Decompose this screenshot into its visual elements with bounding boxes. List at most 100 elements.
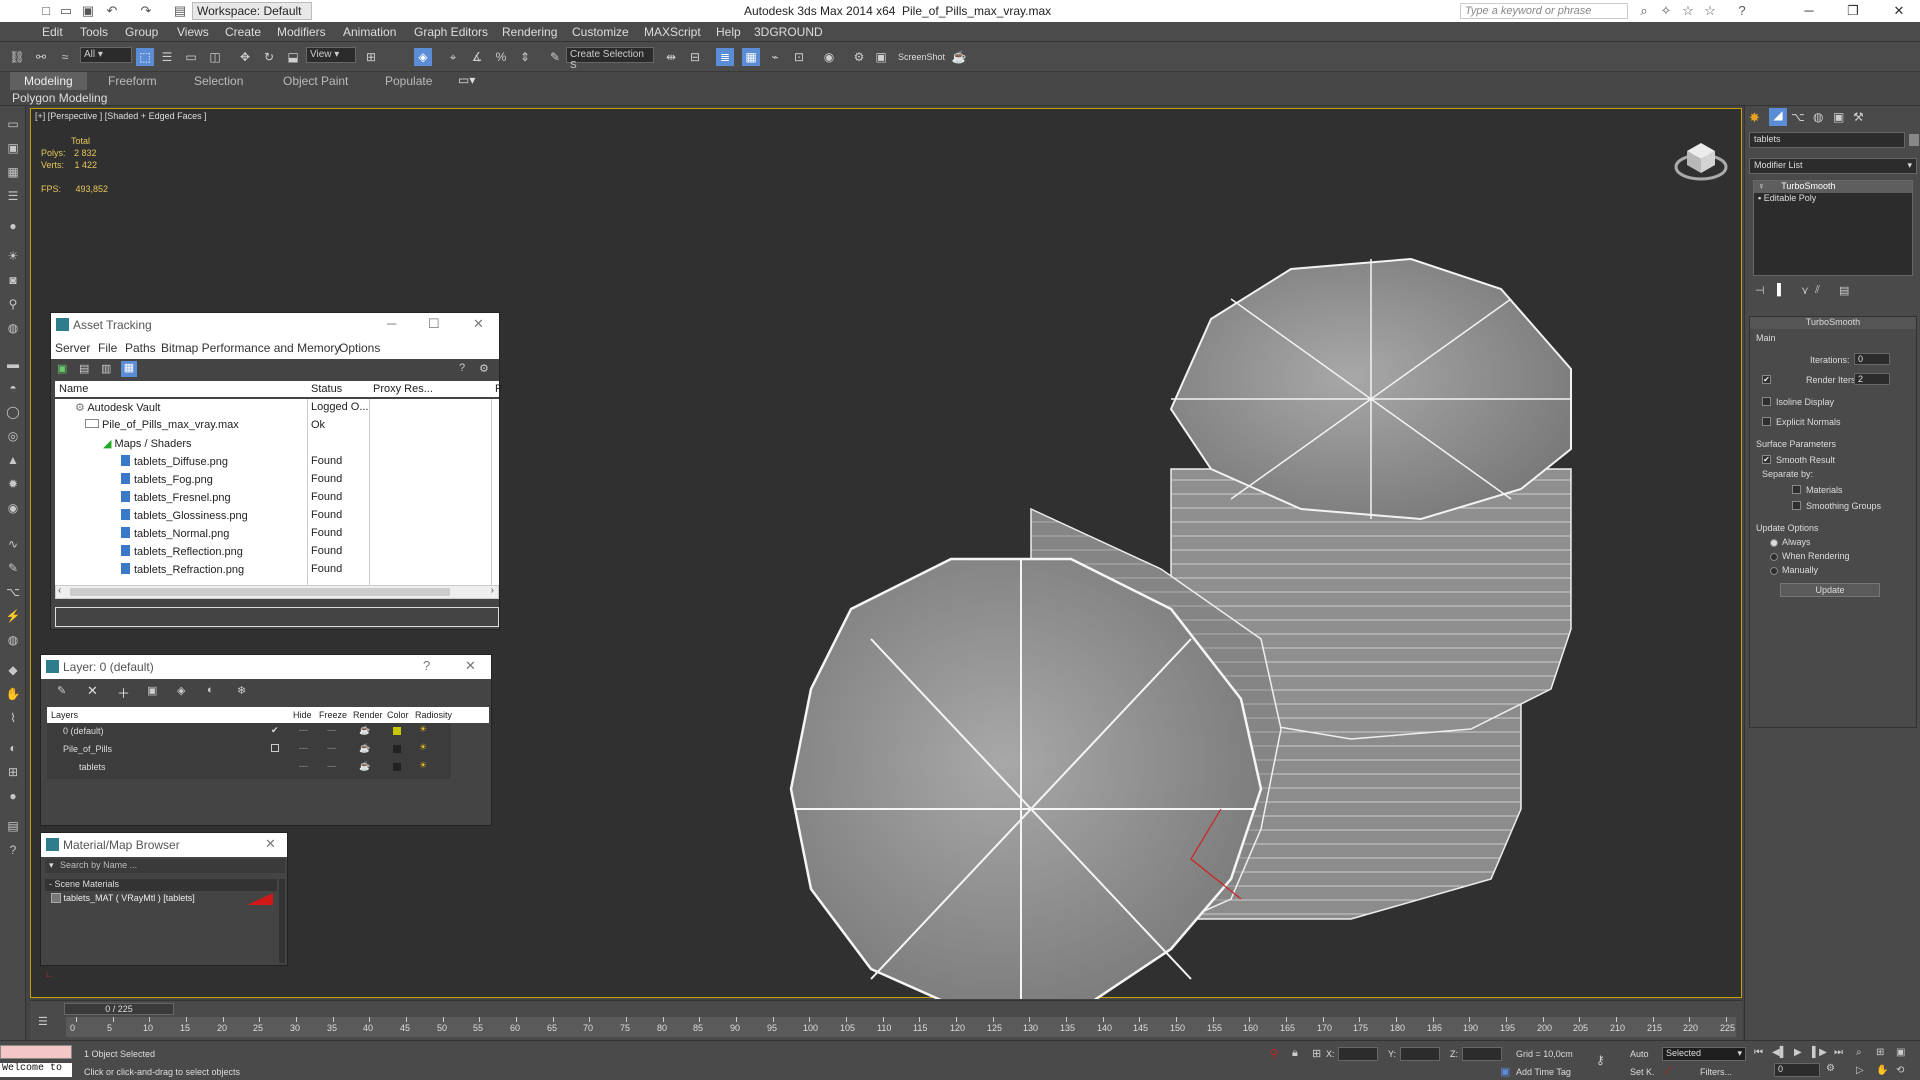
create-tab-icon[interactable]: ✸ bbox=[1749, 110, 1760, 126]
smooth-result-checkbox[interactable]: ✔ bbox=[1762, 455, 1771, 464]
open-file-icon[interactable]: ▭ bbox=[58, 3, 74, 19]
add-to-layer-icon[interactable]: ＋ bbox=[117, 683, 130, 702]
layer-col-freeze[interactable]: Freeze bbox=[319, 710, 347, 720]
table-row[interactable]: Pile_of_Pills_max_vray.max Ok bbox=[55, 417, 499, 435]
tab-freeform[interactable]: Freeform bbox=[108, 74, 157, 88]
when-rendering-radio[interactable] bbox=[1770, 553, 1778, 561]
hide-toggle[interactable]: --- bbox=[299, 725, 308, 735]
asset-menu-options[interactable]: Options bbox=[339, 341, 380, 355]
info-icon[interactable]: ? bbox=[5, 842, 21, 858]
menu-graph-editors[interactable]: Graph Editors bbox=[414, 25, 488, 39]
helper-icon[interactable]: ⚲ bbox=[5, 296, 21, 312]
render-icon[interactable]: ◐ bbox=[5, 740, 21, 756]
hide-toggle[interactable]: --- bbox=[299, 761, 308, 771]
mirror-icon[interactable]: ⇹ bbox=[662, 48, 680, 66]
motion-icon[interactable]: ⚡ bbox=[5, 608, 21, 624]
pan-icon[interactable]: ✋ bbox=[1876, 1065, 1888, 1076]
maximize-button[interactable]: ❐ bbox=[1838, 1, 1868, 21]
timeline-toggle-icon[interactable]: ☰ bbox=[38, 1015, 48, 1028]
goto-end-icon[interactable]: ⏭ bbox=[1834, 1047, 1843, 1058]
menu-views[interactable]: Views bbox=[177, 25, 209, 39]
utilities-tab-icon[interactable]: ⚒ bbox=[1853, 110, 1864, 124]
turbosmooth-rollout-title[interactable]: TurboSmooth bbox=[1750, 317, 1916, 329]
minimize-button[interactable]: ─ bbox=[1794, 1, 1824, 21]
timeline-track[interactable]: 0 5 10 15 20 25 30 35 40 45 50 55 60 65 70 75 80 85 90 95 10… bbox=[66, 1017, 1736, 1037]
select-object-icon[interactable]: ⬚ bbox=[136, 48, 154, 66]
radiosity-icon[interactable]: ☀ bbox=[419, 724, 427, 735]
search-options-icon[interactable]: ▾ bbox=[49, 860, 54, 870]
schematic-view-icon[interactable]: ⊡ bbox=[790, 48, 808, 66]
new-file-icon[interactable]: □ bbox=[38, 3, 54, 19]
camera-icon[interactable]: ◙ bbox=[5, 272, 21, 288]
table-row[interactable]: tablets_Fog.png Found bbox=[55, 471, 499, 489]
asset-settings-icon[interactable]: ⚙ bbox=[479, 362, 489, 375]
explicit-normals-checkbox[interactable] bbox=[1762, 417, 1771, 426]
layer-row[interactable]: tablets --- --- ☕ ☀ bbox=[47, 759, 451, 777]
reference-coordinate-dropdown[interactable]: View ▾ bbox=[306, 47, 356, 63]
material-browser-close-button[interactable]: ✕ bbox=[265, 836, 276, 852]
orbit-icon[interactable]: ⟲ bbox=[1896, 1065, 1904, 1076]
edit-named-selection-icon[interactable]: ✎ bbox=[546, 48, 564, 66]
screenshot-label[interactable]: ScreenShot bbox=[898, 52, 945, 62]
spline-icon[interactable]: ∿ bbox=[5, 536, 21, 552]
render-teapot-icon[interactable]: ☕ bbox=[359, 725, 370, 736]
always-radio[interactable] bbox=[1770, 539, 1778, 547]
delete-layer-icon[interactable]: ✕ bbox=[87, 683, 98, 699]
layer-color-swatch[interactable] bbox=[393, 727, 401, 735]
asset-tree-icon[interactable]: ▦ bbox=[121, 361, 137, 377]
table-row[interactable]: ◢ Maps / Shaders bbox=[55, 435, 499, 453]
hide-all-icon[interactable]: ◐ bbox=[207, 684, 214, 696]
scene-explorer-icon[interactable]: ▦ bbox=[742, 48, 760, 66]
modifier-stack-item[interactable]: ▪ Editable Poly bbox=[1754, 193, 1912, 205]
material-search-input[interactable]: ▾ Search by Name ... bbox=[45, 859, 285, 873]
hide-toggle[interactable]: --- bbox=[299, 743, 308, 753]
sphere-blue-icon[interactable]: ● bbox=[5, 788, 21, 804]
dome-icon[interactable]: ◓ bbox=[5, 380, 21, 396]
auto-key-button[interactable]: Auto bbox=[1630, 1049, 1649, 1059]
render-teapot-icon[interactable]: ☕ bbox=[359, 743, 370, 754]
menu-help[interactable]: Help bbox=[716, 25, 741, 39]
selection-filter-dropdown[interactable]: All ▾ bbox=[80, 47, 132, 63]
menu-3dground[interactable]: 3DGROUND bbox=[754, 25, 823, 39]
zoom-all-icon[interactable]: ⊞ bbox=[1876, 1047, 1884, 1058]
display-tab-icon[interactable]: ▣ bbox=[1833, 110, 1844, 124]
select-objects-icon[interactable]: ▣ bbox=[147, 684, 157, 697]
layer-col-layers[interactable]: Layers bbox=[51, 710, 78, 720]
asset-path-field[interactable] bbox=[55, 607, 499, 627]
materials-checkbox[interactable] bbox=[1792, 485, 1801, 494]
iterations-spinner[interactable]: 0 bbox=[1854, 353, 1890, 365]
goto-start-icon[interactable]: ⏮ bbox=[1754, 1047, 1763, 1058]
select-by-name-icon[interactable]: ☰ bbox=[158, 48, 176, 66]
asset-menu-bitmap[interactable]: Bitmap Performance and Memory bbox=[161, 341, 340, 355]
material-browser-titlebar[interactable]: Material/Map Browser ✕ bbox=[41, 833, 287, 857]
menu-customize[interactable]: Customize bbox=[572, 25, 629, 39]
time-tag-icon[interactable]: ▣ bbox=[1500, 1065, 1510, 1078]
menu-maxscript[interactable]: MAXScript bbox=[644, 25, 701, 39]
motion-tab-icon[interactable]: ◍ bbox=[1813, 110, 1823, 124]
close-button[interactable]: ✕ bbox=[1884, 1, 1914, 21]
grid-icon[interactable]: ▦ bbox=[5, 164, 21, 180]
menu-create[interactable]: Create bbox=[225, 25, 261, 39]
col-proxy-res[interactable]: Proxy Res... bbox=[373, 383, 433, 395]
next-frame-icon[interactable]: ▌▶ bbox=[1812, 1047, 1827, 1058]
make-unique-icon[interactable]: ⋎ bbox=[1801, 284, 1809, 297]
layer-col-hide[interactable]: Hide bbox=[293, 710, 312, 720]
asset-horizontal-scrollbar[interactable]: ‹ › bbox=[55, 585, 499, 599]
prev-frame-icon[interactable]: ◀▌ bbox=[1772, 1047, 1787, 1058]
time-slider[interactable]: 0 / 225 bbox=[64, 1003, 174, 1015]
current-frame-field[interactable]: 0 bbox=[1774, 1063, 1820, 1077]
current-layer-check-icon[interactable]: ✔ bbox=[271, 725, 279, 736]
utility-icon[interactable]: ▤ bbox=[5, 818, 21, 834]
star-icon[interactable]: ☆ bbox=[1680, 3, 1696, 19]
angle-snap-icon[interactable]: ∡ bbox=[468, 48, 486, 66]
radiosity-icon[interactable]: ☀ bbox=[419, 742, 427, 753]
brush-icon[interactable]: ⌇ bbox=[5, 710, 21, 726]
menu-tools[interactable]: Tools bbox=[80, 25, 108, 39]
freeze-all-icon[interactable]: ❄ bbox=[237, 684, 246, 697]
box-icon[interactable]: ▣ bbox=[5, 140, 21, 156]
scene-materials-group[interactable]: - Scene Materials bbox=[45, 879, 277, 891]
binoculars-icon[interactable]: ⌕ bbox=[1636, 3, 1652, 19]
highlight-layer-icon[interactable]: ◈ bbox=[177, 684, 185, 697]
zoom-extents-icon[interactable]: ▣ bbox=[1896, 1047, 1905, 1058]
unlink-icon[interactable]: ⚯ bbox=[32, 48, 50, 66]
